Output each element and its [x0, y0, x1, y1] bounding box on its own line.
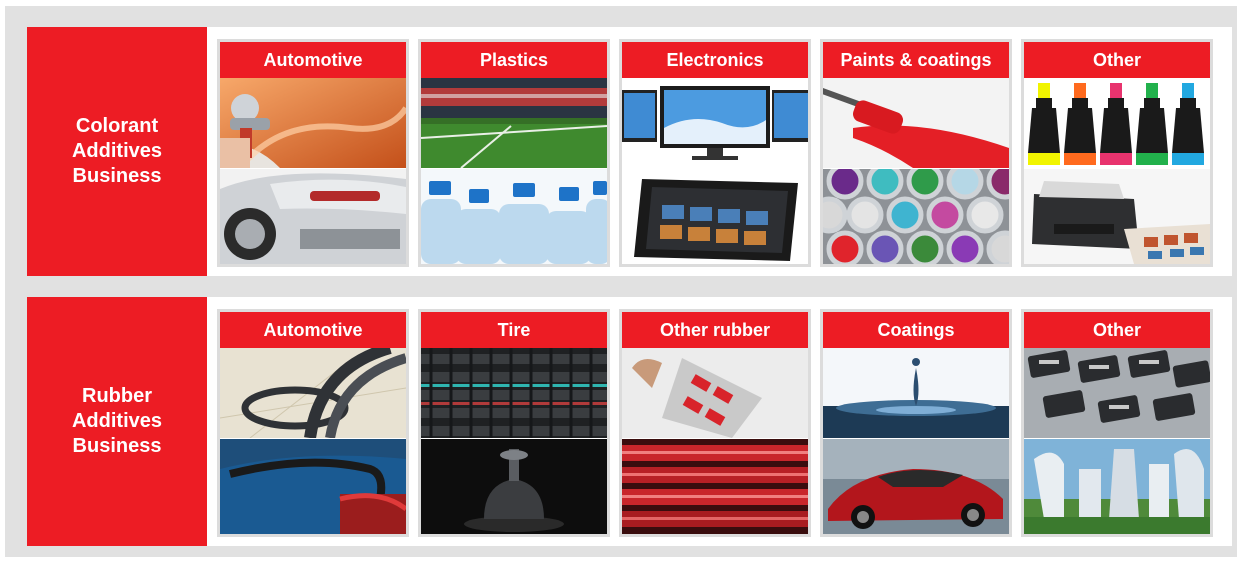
card-automotive[interactable]: Automotive [217, 309, 409, 537]
markers-image [1024, 78, 1210, 168]
section-label-line: Additives [71, 140, 163, 162]
water-droplet-image [823, 348, 1009, 438]
card-title: Automotive [220, 312, 406, 348]
section-label-line: Rubber [82, 385, 152, 407]
card-plastics[interactable]: Plastics [418, 39, 610, 267]
rubber-hoses-image [220, 348, 406, 438]
tablet-image [622, 169, 808, 264]
card-other[interactable]: Other [1021, 39, 1213, 267]
rubber-rollers-image [622, 439, 808, 534]
section-label: Colorant Additives Business [27, 27, 207, 276]
business-overview-panel: Colorant Additives Business Automotive P… [5, 6, 1237, 557]
card-automotive[interactable]: Automotive [217, 39, 409, 267]
card-electronics[interactable]: Electronics [619, 39, 811, 267]
card-title: Tire [421, 312, 607, 348]
paint-roller-image [823, 78, 1009, 168]
silver-car-rear-image [220, 169, 406, 264]
card-title: Automotive [220, 42, 406, 78]
water-bottles-image [421, 169, 607, 264]
card-title: Other [1024, 312, 1210, 348]
section-label-line: Business [72, 165, 162, 187]
card-tire[interactable]: Tire [418, 309, 610, 537]
card-title: Plastics [421, 42, 607, 78]
rubber-molding-image [421, 439, 607, 534]
card-title: Paints & coatings [823, 42, 1009, 78]
colorant-additives-section: Colorant Additives Business Automotive P… [27, 27, 1232, 276]
rubber-additives-section: Rubber Additives Business Automotive Tir… [27, 297, 1232, 546]
section-label-line: Colorant [75, 115, 159, 137]
tire-tread-image [421, 348, 607, 438]
building-facade-image [1024, 439, 1210, 534]
section-label: Rubber Additives Business [27, 297, 207, 546]
card-other-rubber[interactable]: Other rubber [619, 309, 811, 537]
monitors-image [622, 78, 808, 168]
card-paints-coatings[interactable]: Paints & coatings [820, 39, 1012, 267]
card-other[interactable]: Other [1021, 309, 1213, 537]
car-seal-image [220, 439, 406, 534]
red-sports-car-image [823, 439, 1009, 534]
car-spray-paint-image [220, 78, 406, 168]
card-title: Other rubber [622, 312, 808, 348]
stadium-turf-image [421, 78, 607, 168]
card-title: Electronics [622, 42, 808, 78]
sports-shoe-image [622, 348, 808, 438]
card-coatings[interactable]: Coatings [820, 309, 1012, 537]
section-label-line: Business [72, 435, 162, 457]
printer-image [1024, 169, 1210, 264]
cable-connectors-image [1024, 348, 1210, 438]
card-title: Coatings [823, 312, 1009, 348]
paint-cans-image [823, 169, 1009, 264]
card-title: Other [1024, 42, 1210, 78]
section-label-line: Additives [71, 410, 163, 432]
